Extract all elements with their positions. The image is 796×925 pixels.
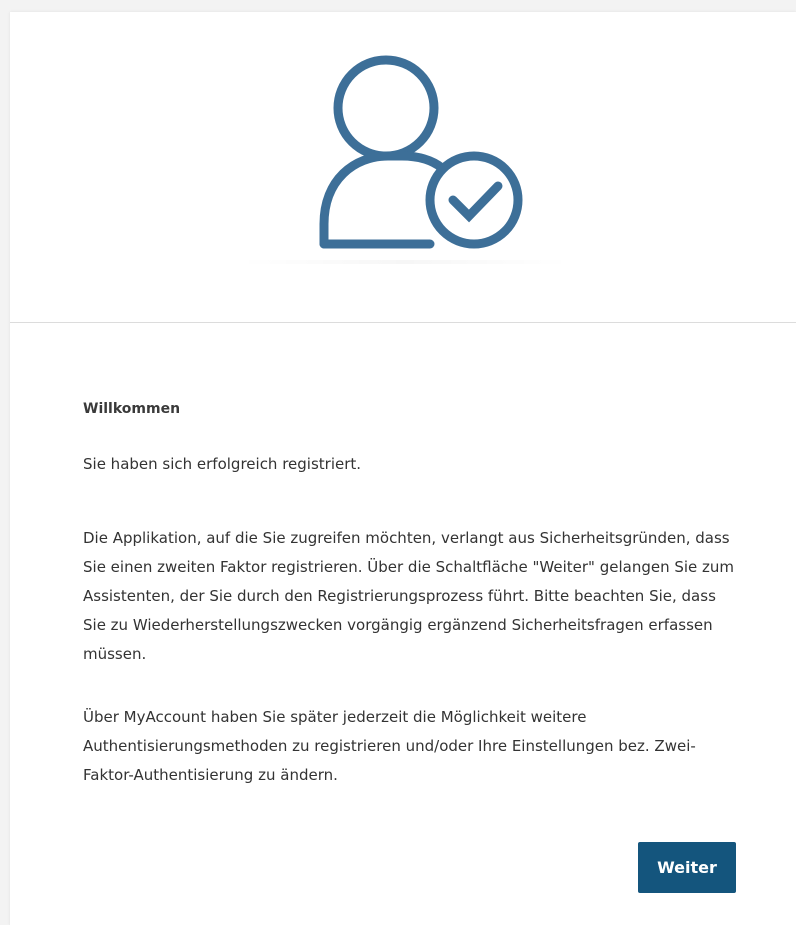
hero-banner bbox=[10, 12, 796, 323]
continue-button[interactable]: Weiter bbox=[638, 842, 736, 893]
myaccount-info: Über MyAccount haben Sie später jederzei… bbox=[83, 708, 696, 784]
welcome-heading: Willkommen bbox=[83, 401, 181, 417]
hero-divider-shadow bbox=[240, 260, 570, 264]
second-factor-info: Die Applikation, auf die Sie zugreifen m… bbox=[83, 529, 735, 663]
user-check-icon bbox=[319, 55, 523, 249]
welcome-card: Willkommen Sie haben sich erfolgreich re… bbox=[10, 12, 796, 925]
registered-message: Sie haben sich erfolgreich registriert. bbox=[83, 455, 362, 473]
